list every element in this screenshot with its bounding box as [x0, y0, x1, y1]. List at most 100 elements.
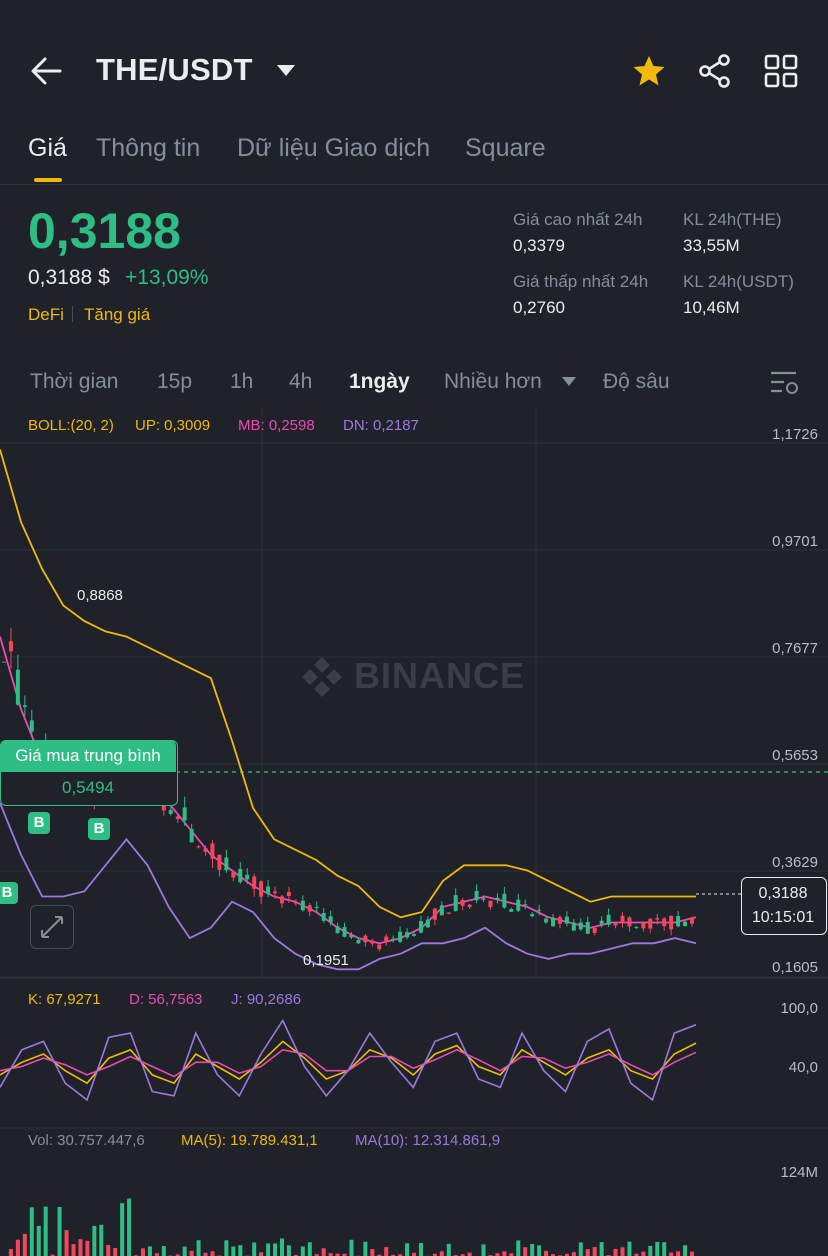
dropdown-caret-icon[interactable]	[277, 65, 295, 77]
volume-bar	[585, 1249, 590, 1256]
volume-bar	[467, 1252, 472, 1256]
vol-ma5-legend: MA(5): 19.789.431,1	[181, 1132, 318, 1149]
volume-bar	[161, 1246, 166, 1256]
boll-legend-dn: DN: 0,2187	[343, 417, 419, 434]
candle-body	[196, 846, 201, 848]
grid-icon[interactable]	[764, 54, 798, 88]
volume-bar	[592, 1247, 597, 1256]
kdj-tick-label: 100,0	[780, 1000, 818, 1017]
tab-square[interactable]: Square	[465, 134, 546, 163]
candle-body	[29, 720, 34, 732]
candle-body	[683, 921, 688, 927]
volume-bar	[627, 1241, 632, 1256]
candle-body	[328, 916, 333, 923]
volume-bar	[78, 1239, 83, 1256]
tag-trend[interactable]: Tăng giá	[84, 305, 150, 325]
interval-more[interactable]: Nhiều hơn	[444, 370, 542, 394]
candle-body	[2, 661, 6, 663]
volume-bar	[15, 1239, 20, 1256]
candle-body	[516, 899, 521, 911]
share-icon[interactable]	[698, 54, 732, 88]
interval-depth[interactable]: Độ sâu	[603, 370, 670, 394]
tab-trading-data[interactable]: Dữ liệu Giao dịch	[237, 134, 430, 163]
back-arrow-icon[interactable]	[30, 56, 64, 86]
candle-body	[551, 917, 556, 927]
candle-body	[321, 913, 326, 921]
kline-chart[interactable]	[0, 408, 828, 1256]
candle-body	[245, 874, 250, 880]
volume-bar	[29, 1207, 34, 1256]
candle-body	[252, 876, 257, 889]
candle-body	[175, 816, 180, 820]
volume-bar	[273, 1243, 278, 1256]
candle-body	[363, 935, 368, 943]
volume-bar	[106, 1244, 111, 1256]
avg-buy-value: 0,5494	[62, 778, 114, 797]
candle-body	[446, 912, 451, 914]
candle-body	[384, 936, 389, 942]
candle-body	[648, 918, 653, 929]
volume-bar	[64, 1230, 69, 1256]
candle-body	[182, 807, 187, 821]
candle-body	[259, 881, 264, 897]
candle-body	[231, 872, 236, 878]
volume-bar	[127, 1198, 132, 1256]
candle-body	[377, 944, 382, 950]
candle-body	[370, 940, 375, 944]
tab-info[interactable]: Thông tin	[96, 134, 200, 163]
low-24h-label: Giá thấp nhất 24h	[513, 272, 649, 291]
chart-settings-icon[interactable]	[770, 370, 800, 396]
star-icon[interactable]	[632, 55, 666, 87]
candle-body	[474, 890, 479, 901]
usd-price: 0,3188 $	[28, 266, 110, 289]
volume-bar	[669, 1252, 674, 1256]
buy-marker[interactable]: B	[28, 812, 50, 834]
volume-bar	[238, 1245, 243, 1256]
vol-tick-label: 124M	[780, 1164, 818, 1181]
candle-body	[189, 829, 194, 843]
volume-bar	[599, 1242, 604, 1256]
interval-15m[interactable]: 15p	[157, 370, 192, 394]
vol-ma10-legend: MA(10): 12.314.861,9	[355, 1132, 501, 1149]
volume-bar	[446, 1243, 451, 1256]
vol-usdt-label: KL 24h(USDT)	[683, 272, 794, 291]
candle-body	[502, 893, 507, 908]
candle-body	[217, 854, 222, 870]
candle-body	[571, 922, 576, 931]
candle-body	[564, 916, 569, 924]
candle-body	[585, 921, 590, 934]
candle-body	[8, 641, 13, 652]
candle-body	[405, 932, 410, 938]
candle-body	[439, 905, 444, 916]
volume-bar	[662, 1242, 667, 1256]
candle-body	[398, 931, 403, 942]
y-tick-label: 0,7677	[772, 640, 818, 657]
buy-marker[interactable]: B	[88, 818, 110, 840]
volume-bar	[120, 1203, 125, 1256]
candle-body	[599, 920, 604, 925]
volume-bar	[99, 1224, 104, 1256]
volume-bar	[8, 1249, 13, 1256]
candle-body	[203, 848, 208, 852]
volume-bar	[578, 1242, 583, 1256]
tab-price[interactable]: Giá	[28, 134, 67, 163]
boll-legend-up: UP: 0,3009	[135, 417, 211, 434]
candle-body	[168, 809, 173, 814]
more-caret-icon[interactable]	[562, 377, 576, 387]
interval-4h[interactable]: 4h	[289, 370, 312, 394]
volume-bar	[641, 1251, 646, 1256]
interval-1d[interactable]: 1ngày	[349, 370, 410, 394]
buy-marker[interactable]: B	[0, 882, 18, 904]
y-tick-label: 0,3629	[772, 854, 818, 871]
kdj-legend-j: J: 90,2686	[231, 991, 302, 1008]
tag-defi[interactable]: DeFi	[28, 305, 64, 325]
high-annotation: 0,8868	[77, 587, 123, 604]
fullscreen-button[interactable]	[30, 905, 74, 949]
interval-time[interactable]: Thời gian	[30, 370, 118, 394]
pair-title[interactable]: THE/USDT	[96, 52, 253, 88]
vol-legend: Vol: 30.757.447,6	[28, 1132, 145, 1149]
interval-1h[interactable]: 1h	[230, 370, 253, 394]
current-price-value: 0,3188	[758, 885, 808, 902]
vol-the-label: KL 24h(THE)	[683, 210, 782, 229]
candle-body	[460, 899, 465, 906]
